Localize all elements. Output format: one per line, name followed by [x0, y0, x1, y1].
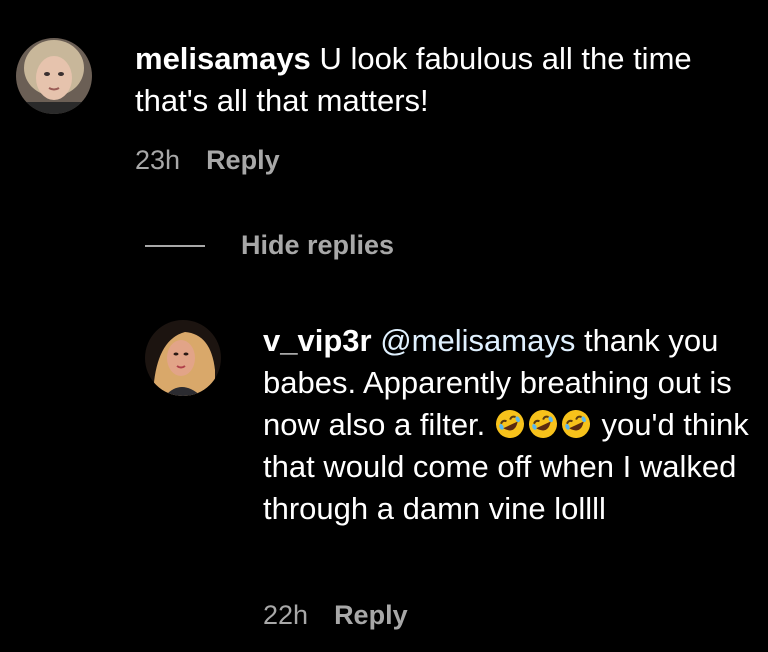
- avatar-melisamays[interactable]: [16, 38, 92, 114]
- rolling-on-floor-laughing-emoji: [495, 410, 524, 438]
- avatar-v-vip3r[interactable]: [145, 320, 221, 396]
- comment-body: melisamays U look fabulous all the time …: [135, 38, 755, 122]
- rolling-on-floor-laughing-emoji: [561, 410, 590, 438]
- reply-body: v_vip3r @melisamays thank you babes. App…: [263, 320, 753, 530]
- hide-replies-toggle[interactable]: Hide replies: [145, 230, 394, 261]
- comment-username[interactable]: melisamays: [135, 41, 311, 76]
- comment-meta: 23h Reply: [135, 145, 280, 176]
- reply-timestamp: 22h: [263, 600, 309, 630]
- comment-reply-button[interactable]: Reply: [206, 145, 280, 176]
- reply-username[interactable]: v_vip3r: [263, 323, 372, 358]
- reply-reply-button[interactable]: Reply: [334, 600, 408, 631]
- comment-timestamp: 23h: [135, 145, 181, 175]
- hide-replies-label: Hide replies: [241, 230, 395, 260]
- reply-meta: 22h Reply: [263, 600, 408, 631]
- reply-mention[interactable]: @melisamays: [380, 323, 575, 358]
- hide-replies-line: [145, 244, 205, 247]
- rolling-on-floor-laughing-emoji: [528, 410, 557, 438]
